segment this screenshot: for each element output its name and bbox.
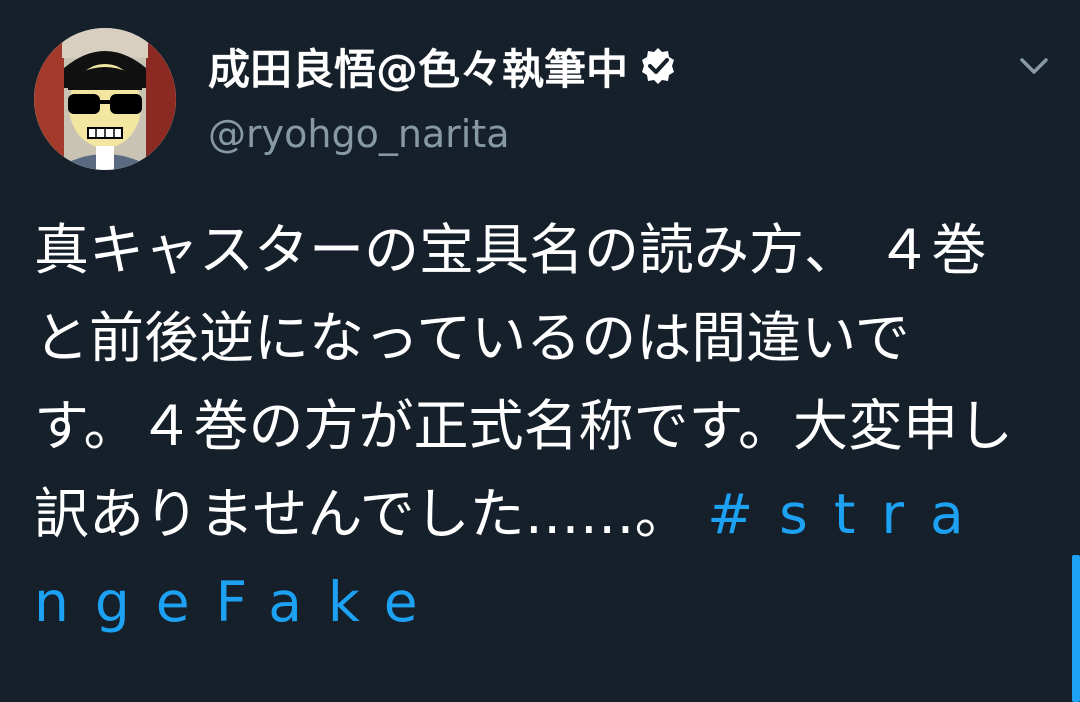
tweet-text: 真キャスターの宝具名の読み方、 ４巻と前後逆になっているのは間違いです。４巻の方… <box>34 206 1014 646</box>
user-handle[interactable]: @ryohgo_narita <box>208 112 510 156</box>
scrollbar[interactable] <box>1072 555 1080 702</box>
avatar[interactable] <box>34 28 176 170</box>
name-row: 成田良悟@色々執筆中 <box>208 38 678 94</box>
display-name[interactable]: 成田良悟@色々執筆中 <box>208 36 628 97</box>
verified-badge-icon <box>638 46 678 86</box>
chevron-down-icon[interactable] <box>1016 52 1052 80</box>
tweet-card: 成田良悟@色々執筆中 @ryohgo_narita 真キャスターの宝具名の読み方… <box>0 0 1080 702</box>
